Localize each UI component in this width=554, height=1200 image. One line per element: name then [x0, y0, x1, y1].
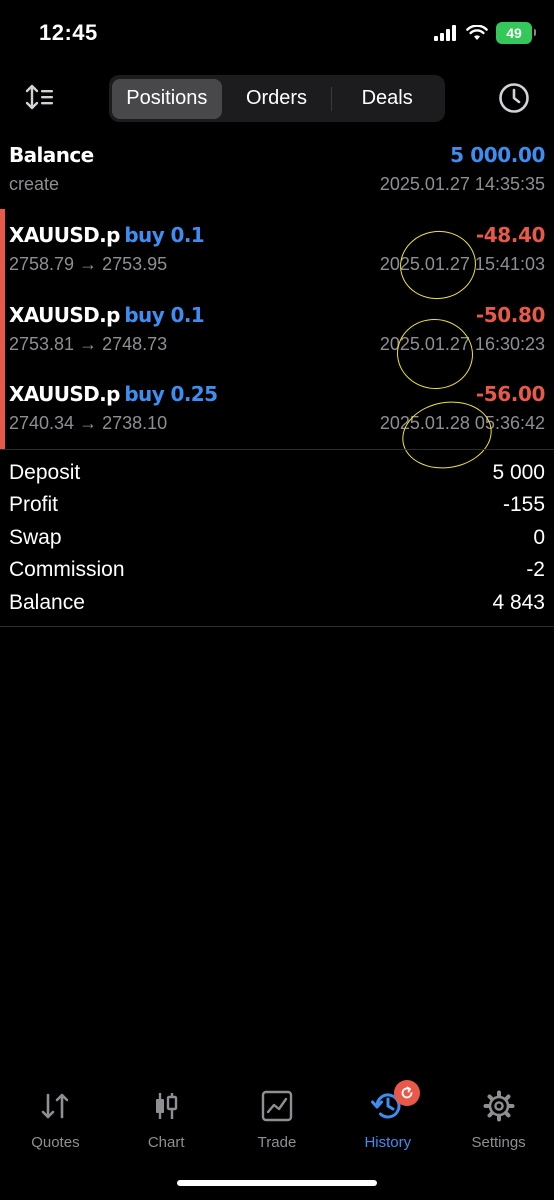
summary-profit: Profit -155 — [9, 490, 545, 520]
position-symbol: XAUUSD.p — [9, 382, 120, 406]
tab-settings[interactable]: Settings — [443, 1080, 554, 1160]
position-symbol: XAUUSD.p — [9, 223, 120, 247]
summary-swap: Swap 0 — [9, 523, 545, 553]
summary-label: Profit — [9, 493, 59, 516]
summary-label: Deposit — [9, 461, 81, 484]
position-side: buy 0.25 — [124, 382, 218, 406]
summary-label: Swap — [9, 526, 62, 549]
candlestick-icon — [148, 1088, 184, 1124]
history-icon — [370, 1080, 420, 1124]
wifi-icon — [466, 25, 488, 40]
battery-indicator: 49 — [496, 22, 536, 44]
position-symbol: XAUUSD.p — [9, 303, 120, 327]
toolbar: Positions Orders Deals — [0, 72, 554, 124]
battery-level: 49 — [506, 25, 522, 41]
segmented-control: Positions Orders Deals — [109, 75, 445, 122]
clock-icon — [499, 83, 529, 113]
tab-deals[interactable]: Deals — [332, 79, 442, 119]
summary-label: Balance — [9, 591, 85, 614]
quotes-icon — [37, 1088, 73, 1124]
tab-quotes[interactable]: Quotes — [0, 1080, 111, 1160]
balance-title: Balance — [9, 143, 94, 167]
summary-label: Commission — [9, 558, 125, 581]
tab-label: Trade — [257, 1134, 297, 1151]
position-profit: -56.00 — [475, 382, 546, 406]
summary-commission: Commission -2 — [9, 555, 545, 585]
position-prices: 2753.81 → 2748.73 — [9, 333, 168, 354]
status-bar: 12:45 49 — [0, 0, 554, 66]
home-indicator[interactable] — [177, 1180, 377, 1186]
summary-balance: Balance 4 843 — [9, 588, 545, 618]
tab-history[interactable]: History — [332, 1080, 443, 1160]
summary-value: 0 — [533, 526, 545, 549]
sort-icon — [25, 84, 53, 110]
period-button[interactable] — [496, 80, 532, 116]
signal-icon — [434, 25, 456, 41]
refresh-icon — [401, 1086, 413, 1099]
summary-value: -155 — [502, 493, 545, 516]
tab-trade[interactable]: Trade — [222, 1080, 333, 1160]
position-side: buy 0.1 — [124, 223, 205, 247]
balance-datetime: 2025.01.27 14:35:35 — [379, 173, 545, 194]
tab-label: Settings — [471, 1134, 526, 1151]
status-icons: 49 — [434, 22, 536, 44]
sort-button[interactable] — [24, 82, 58, 114]
position-prices: 2740.34 → 2738.10 — [9, 412, 168, 433]
status-time: 12:45 — [39, 20, 98, 45]
summary-value: 5 000 — [492, 461, 545, 484]
summary-bottom-divider — [0, 626, 554, 627]
balance-comment: create — [9, 173, 60, 194]
summary-deposit: Deposit 5 000 — [9, 458, 545, 488]
tab-label: History — [364, 1134, 412, 1151]
gear-icon — [481, 1088, 517, 1124]
position-profit: -50.80 — [475, 303, 546, 327]
refresh-badge — [393, 1080, 420, 1106]
position-side: buy 0.1 — [124, 303, 205, 327]
tab-bar: Quotes Chart Trade History Settings — [0, 1080, 554, 1160]
tab-label: Chart — [147, 1134, 185, 1151]
summary-value: 4 843 — [492, 591, 545, 614]
tab-orders[interactable]: Orders — [222, 79, 332, 119]
balance-amount: 5 000.00 — [450, 143, 545, 167]
loss-accent-bar — [0, 209, 5, 449]
position-prices: 2758.79 → 2753.95 — [9, 253, 168, 274]
summary-value: -2 — [526, 558, 545, 581]
tab-positions[interactable]: Positions — [112, 78, 222, 119]
tab-label: Quotes — [31, 1134, 80, 1151]
trade-chart-icon — [259, 1088, 295, 1124]
tab-chart[interactable]: Chart — [111, 1080, 222, 1160]
position-profit: -48.40 — [475, 223, 546, 247]
summary-top-divider — [0, 449, 554, 450]
